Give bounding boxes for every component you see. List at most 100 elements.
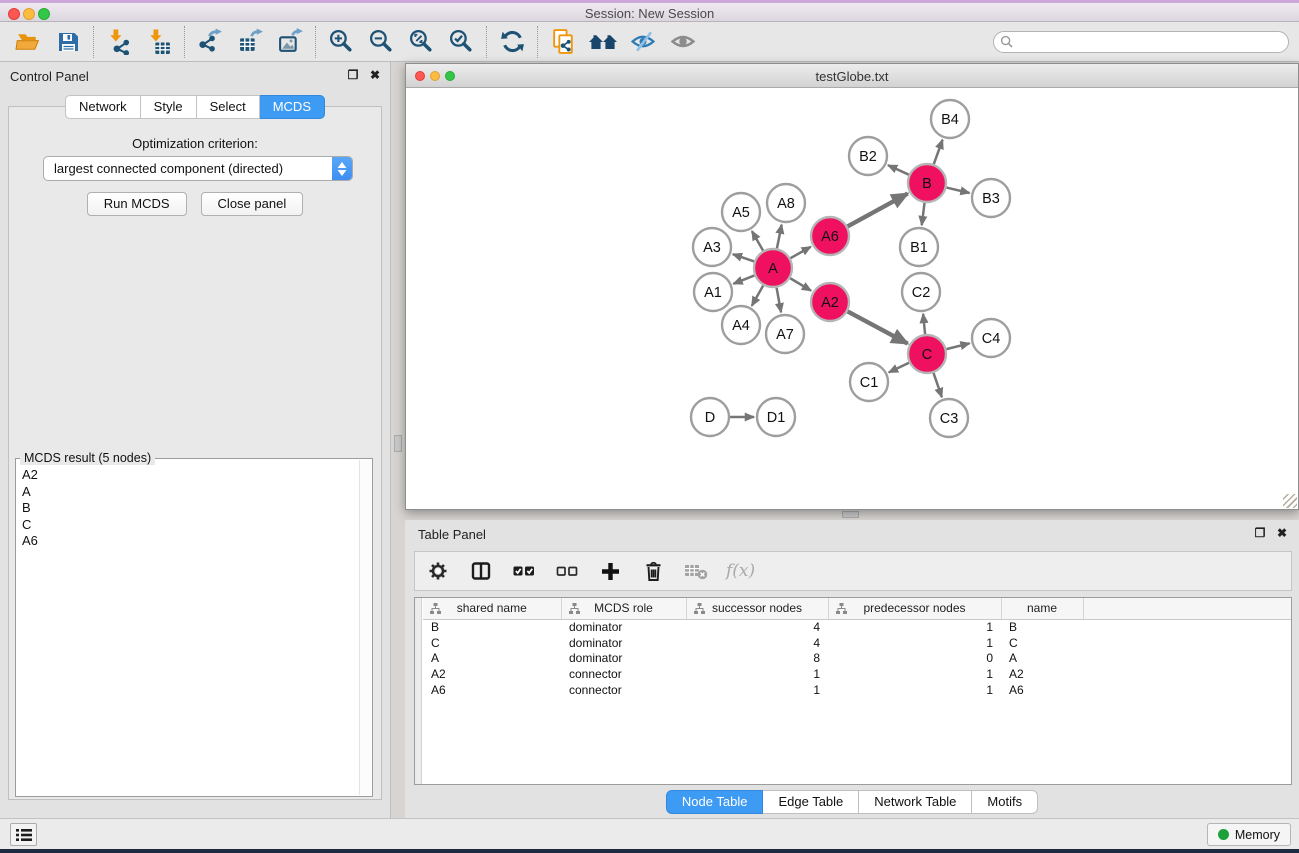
edge-A-A2[interactable]: [790, 278, 811, 290]
node-A6[interactable]: A6: [811, 217, 849, 255]
edge-A-A7[interactable]: [777, 288, 781, 313]
table-cell[interactable]: 4: [686, 635, 828, 651]
node-A3[interactable]: A3: [693, 228, 731, 266]
node-D[interactable]: D: [691, 398, 729, 436]
table-cell[interactable]: B: [423, 619, 561, 635]
node-C1[interactable]: C1: [850, 363, 888, 401]
tab-network[interactable]: Network: [65, 95, 141, 119]
table-cell[interactable]: connector: [561, 666, 686, 682]
node-C3[interactable]: C3: [930, 399, 968, 437]
edge-C-C1[interactable]: [889, 363, 909, 373]
table-cell[interactable]: connector: [561, 682, 686, 698]
edge-A-A8[interactable]: [777, 225, 782, 249]
edge-B-B2[interactable]: [888, 165, 909, 175]
table-cell[interactable]: A2: [1001, 666, 1083, 682]
table-cell[interactable]: dominator: [561, 619, 686, 635]
close-panel-button[interactable]: Close panel: [201, 192, 304, 216]
delete-columns-trash-icon[interactable]: [640, 558, 666, 584]
column-header-shared-name[interactable]: shared name: [423, 598, 561, 619]
open-session-icon[interactable]: [8, 25, 48, 59]
run-mcds-button[interactable]: Run MCDS: [87, 192, 187, 216]
node-A7[interactable]: A7: [766, 315, 804, 353]
unselect-all-columns-icon[interactable]: [554, 558, 580, 584]
zoom-in-icon[interactable]: [321, 25, 361, 59]
table-cell[interactable]: 1: [686, 682, 828, 698]
tab-mcds[interactable]: MCDS: [260, 95, 325, 119]
export-image-icon[interactable]: [270, 25, 310, 59]
show-graphics-details-icon[interactable]: [663, 25, 703, 59]
vertical-splitter-handle[interactable]: [394, 435, 402, 452]
node-A8[interactable]: A8: [767, 184, 805, 222]
node-A2[interactable]: A2: [811, 283, 849, 321]
table-cell[interactable]: 1: [828, 666, 1001, 682]
mcds-result-item[interactable]: A2: [17, 467, 359, 484]
node-A[interactable]: A: [754, 249, 792, 287]
table-cell[interactable]: A: [423, 650, 561, 666]
node-A5[interactable]: A5: [722, 193, 760, 231]
edge-A2-C[interactable]: [848, 311, 908, 343]
tab-motifs[interactable]: Motifs: [972, 790, 1038, 814]
search-input[interactable]: [1014, 33, 1288, 51]
import-network-icon[interactable]: [99, 25, 139, 59]
edge-A-A5[interactable]: [752, 231, 763, 251]
zoom-selected-icon[interactable]: [441, 25, 481, 59]
mcds-result-item[interactable]: B: [17, 500, 359, 517]
column-header-successor-nodes[interactable]: successor nodes: [686, 598, 828, 619]
node-C[interactable]: C: [908, 335, 946, 373]
select-all-columns-icon[interactable]: [511, 558, 537, 584]
edge-A-A1[interactable]: [733, 275, 754, 283]
edge-C-C4[interactable]: [946, 343, 969, 349]
edge-A-A4[interactable]: [752, 285, 763, 305]
table-row[interactable]: Adominator80A: [423, 650, 1292, 666]
table-cell[interactable]: A2: [423, 666, 561, 682]
window-resize-grip[interactable]: [1283, 494, 1297, 508]
create-new-column-icon[interactable]: [597, 558, 623, 584]
zoom-fit-icon[interactable]: [401, 25, 441, 59]
network-canvas[interactable]: AA1A2A3A4A5A6A7A8BB1B2B3B4CC1C2C3C4DD1: [406, 88, 1298, 509]
tab-style[interactable]: Style: [141, 95, 197, 119]
node-B4[interactable]: B4: [931, 100, 969, 138]
table-row[interactable]: Bdominator41B: [423, 619, 1292, 635]
home-icon[interactable]: [583, 25, 623, 59]
node-B3[interactable]: B3: [972, 179, 1010, 217]
memory-button[interactable]: Memory: [1207, 823, 1291, 846]
import-table-icon[interactable]: [139, 25, 179, 59]
refresh-icon[interactable]: [492, 25, 532, 59]
edge-B-B1[interactable]: [922, 203, 925, 225]
mcds-result-item[interactable]: A: [17, 484, 359, 501]
table-cell[interactable]: 4: [686, 619, 828, 635]
table-cell[interactable]: A6: [1001, 682, 1083, 698]
table-panel-close-icon[interactable]: ✖: [1275, 526, 1289, 540]
table-cell[interactable]: 1: [686, 666, 828, 682]
search-field[interactable]: [993, 31, 1289, 53]
new-network-from-selection-icon[interactable]: [543, 25, 583, 59]
table-cell[interactable]: A: [1001, 650, 1083, 666]
save-session-icon[interactable]: [48, 25, 88, 59]
node-A1[interactable]: A1: [694, 273, 732, 311]
task-history-button[interactable]: [10, 823, 37, 846]
tab-edge-table[interactable]: Edge Table: [763, 790, 859, 814]
edge-B-B3[interactable]: [946, 188, 969, 193]
table-cell[interactable]: B: [1001, 619, 1083, 635]
table-row[interactable]: A6connector11A6: [423, 682, 1292, 698]
table-row[interactable]: Cdominator41C: [423, 635, 1292, 651]
column-header-predecessor-nodes[interactable]: predecessor nodes: [828, 598, 1001, 619]
export-network-icon[interactable]: [190, 25, 230, 59]
table-cell[interactable]: dominator: [561, 650, 686, 666]
table-cell[interactable]: C: [423, 635, 561, 651]
node-D1[interactable]: D1: [757, 398, 795, 436]
edge-B-B4[interactable]: [934, 140, 943, 164]
node-A4[interactable]: A4: [722, 306, 760, 344]
table-cell[interactable]: dominator: [561, 635, 686, 651]
table-cell[interactable]: C: [1001, 635, 1083, 651]
tab-node-table[interactable]: Node Table: [666, 790, 764, 814]
node-C4[interactable]: C4: [972, 319, 1010, 357]
mcds-list-scrollbar[interactable]: [359, 460, 371, 795]
table-cell[interactable]: 1: [828, 619, 1001, 635]
horizontal-splitter-handle[interactable]: [842, 511, 859, 518]
network-window-titlebar[interactable]: testGlobe.txt: [406, 64, 1298, 88]
tab-select[interactable]: Select: [197, 95, 260, 119]
node-B[interactable]: B: [908, 164, 946, 202]
edge-C-C2[interactable]: [923, 314, 925, 334]
edge-A6-B[interactable]: [848, 194, 908, 227]
